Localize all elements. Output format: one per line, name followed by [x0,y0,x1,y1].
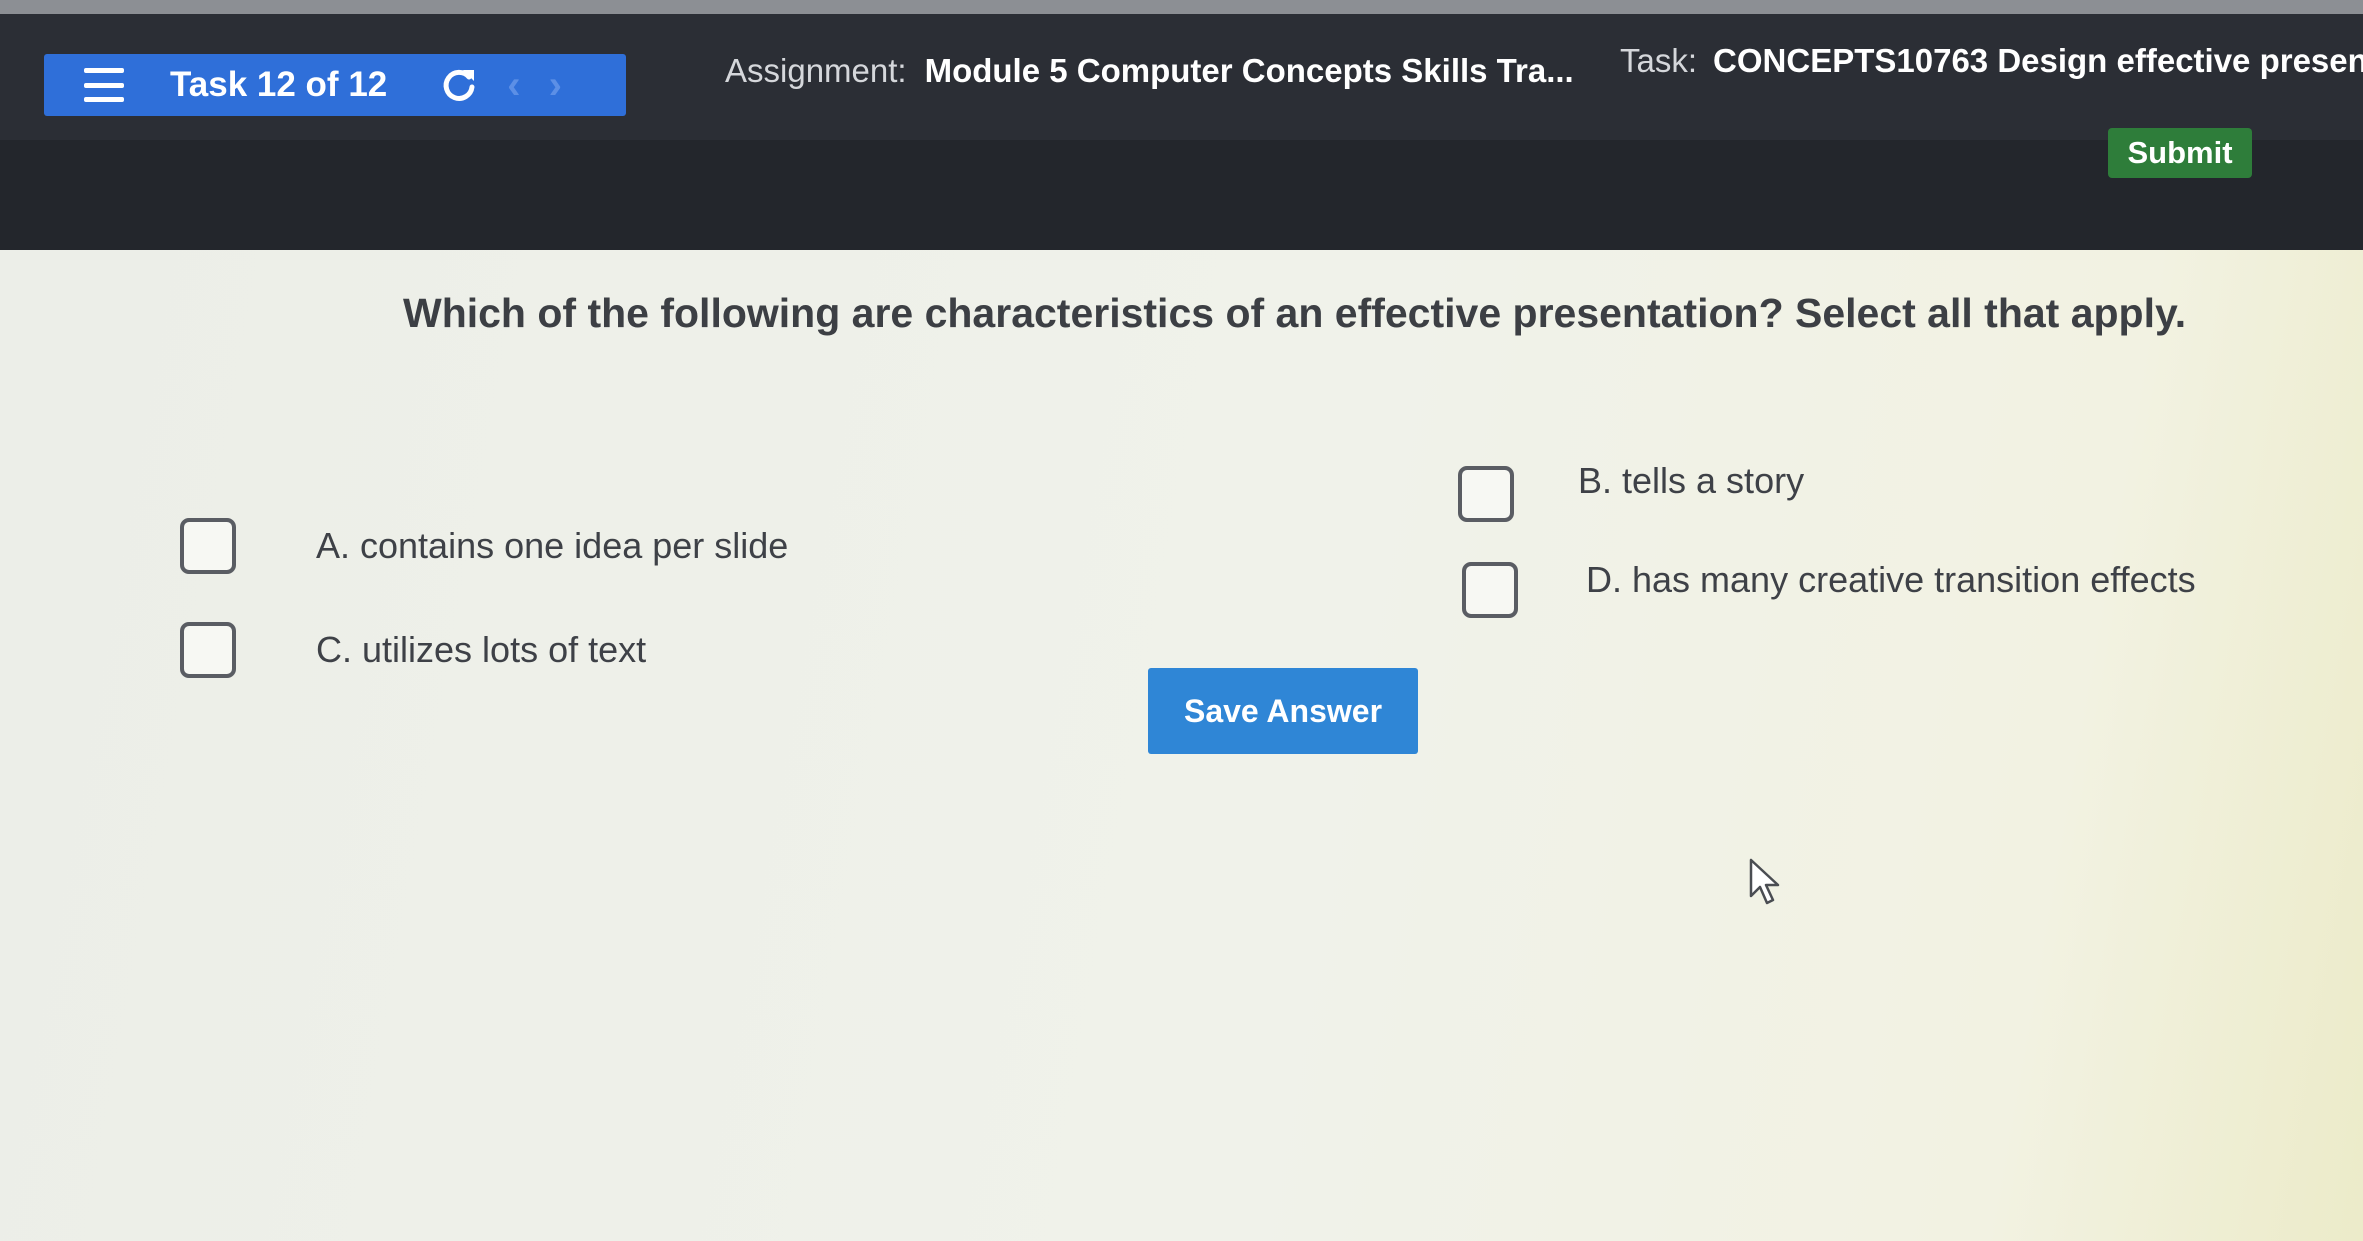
option-a-label: A. contains one idea per slide [316,525,789,566]
task-label: Task: [1620,42,1698,79]
checkbox-b[interactable] [1458,466,1514,522]
mouse-cursor-icon [1749,858,1780,905]
top-bar-lower [0,140,2363,250]
checkbox-a[interactable] [180,518,236,574]
task-info: Task: CONCEPTS10763 Design effective pres… [1620,42,2363,80]
assignment-info: Assignment: Module 5 Computer Concepts Sk… [725,52,1574,90]
question-text: Which of the following are characteristi… [403,290,2187,336]
option-d-label: D. has many creative transition effects [1586,559,2196,600]
option-a[interactable]: A. contains one idea per slide [180,518,788,574]
top-bar: Task 12 of 12 ‹ › Assignment: Module 5 Co… [0,0,2363,250]
menu-icon[interactable] [84,68,124,102]
checkbox-c[interactable] [180,622,236,678]
submit-button[interactable]: Submit [2108,128,2252,178]
assignment-label: Assignment: [725,52,907,89]
checkbox-d[interactable] [1462,562,1518,618]
option-d[interactable]: D. has many creative transition effects [1462,559,2196,618]
option-b[interactable]: B. tells a story [1458,460,1804,522]
save-answer-button[interactable]: Save Answer [1148,668,1418,754]
task-counter: Task 12 of 12 [170,65,388,104]
option-c-label: C. utilizes lots of text [316,629,647,670]
option-b-label: B. tells a story [1578,460,1805,501]
option-c[interactable]: C. utilizes lots of text [180,622,646,678]
task-title: CONCEPTS10763 Design effective presenta.… [1713,42,2363,79]
refresh-icon[interactable] [439,65,479,105]
top-strip [0,0,2363,14]
assignment-title: Module 5 Computer Concepts Skills Tra... [924,52,1574,89]
chevron-right-icon[interactable]: › [549,65,562,105]
chevron-left-icon[interactable]: ‹ [507,65,520,105]
task-navigation: Task 12 of 12 ‹ › [44,54,626,116]
